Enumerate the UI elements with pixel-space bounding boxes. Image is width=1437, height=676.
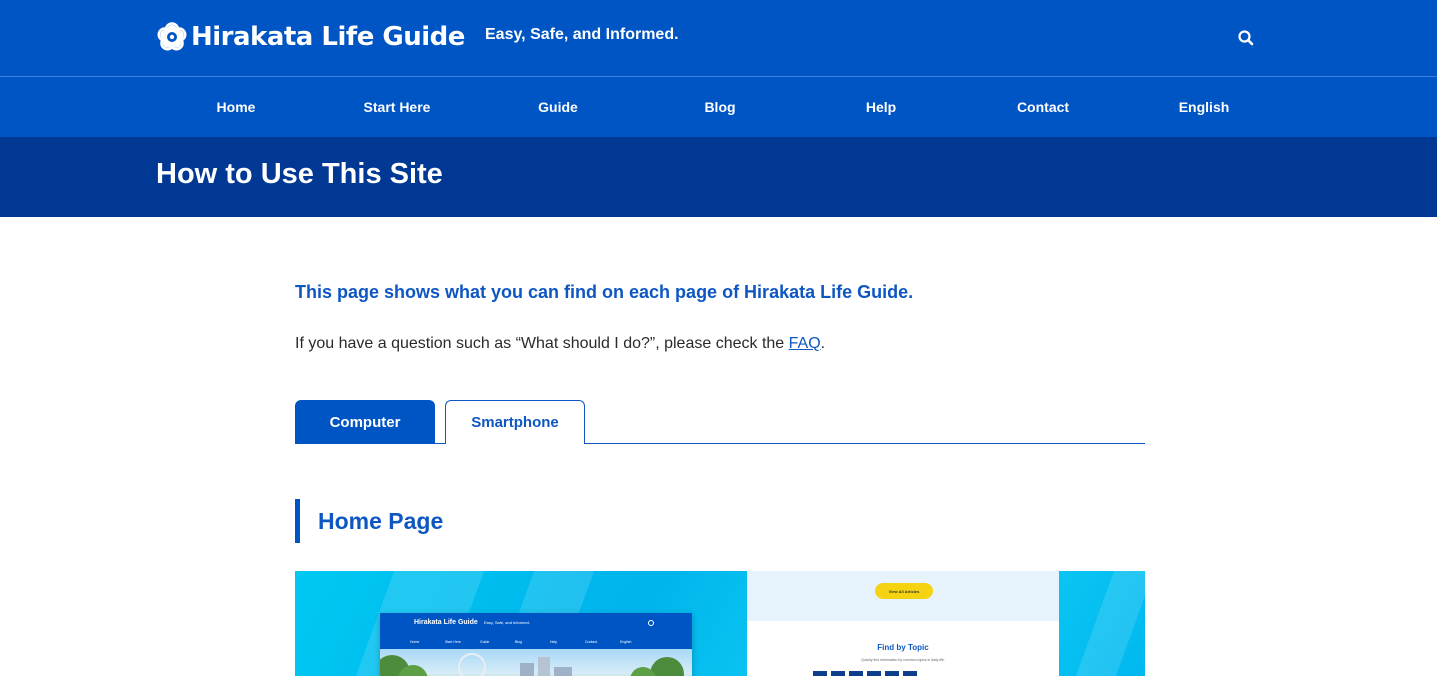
preview-search-icon bbox=[648, 620, 654, 626]
nav-item-english[interactable]: English bbox=[1124, 77, 1284, 137]
nav-item-contact[interactable]: Contact bbox=[963, 77, 1123, 137]
preview-tagline: Easy, Safe, and Informed. bbox=[484, 620, 530, 625]
logo-text: Hirakata Life Guide bbox=[191, 22, 465, 52]
faq-link[interactable]: FAQ bbox=[789, 335, 821, 352]
site-logo[interactable]: Hirakata Life Guide bbox=[156, 19, 465, 55]
preview-view-all-button: View All Articles bbox=[875, 583, 933, 599]
tab-computer[interactable]: Computer bbox=[295, 400, 435, 444]
device-tabs: Computer Smartphone bbox=[295, 400, 1145, 444]
preview-nav-item: Start Here bbox=[445, 640, 461, 644]
search-icon[interactable] bbox=[1236, 28, 1256, 48]
preview-nav-item: Home bbox=[410, 640, 420, 644]
preview-nav-item: Guide bbox=[480, 640, 490, 644]
nav-item-guide[interactable]: Guide bbox=[478, 77, 638, 137]
preview-nav-item: Contact bbox=[585, 640, 598, 644]
preview-nav-item: Blog bbox=[515, 640, 523, 644]
page-title: How to Use This Site bbox=[156, 158, 443, 190]
preview-topic-title: Find by Topic bbox=[877, 643, 929, 652]
nav-item-blog[interactable]: Blog bbox=[640, 77, 800, 137]
site-tagline: Easy, Safe, and Informed. bbox=[485, 26, 679, 43]
preview-desktop-screenshot: Hirakata Life Guide Easy, Safe, and Info… bbox=[380, 613, 692, 676]
preview-hero-image bbox=[380, 649, 692, 676]
home-page-preview-image: Hirakata Life Guide Easy, Safe, and Info… bbox=[295, 571, 1145, 676]
preview-topic-screenshot: View All Articles Find by Topic Quickly … bbox=[747, 571, 1059, 676]
intro-period: . bbox=[820, 335, 826, 352]
preview-topic-subtitle: Quickly find information by common topic… bbox=[861, 658, 945, 662]
preview-nav-item: English bbox=[620, 640, 632, 644]
intro-paragraph: If you have a question such as “What sho… bbox=[295, 335, 825, 353]
site-header: Hirakata Life Guide Easy, Safe, and Info… bbox=[0, 0, 1437, 77]
main-nav: Home Start Here Guide Blog Help Contact … bbox=[0, 77, 1437, 137]
intro-text: If you have a question such as “What sho… bbox=[295, 335, 789, 352]
nav-item-home[interactable]: Home bbox=[156, 77, 316, 137]
nav-item-start-here[interactable]: Start Here bbox=[317, 77, 477, 137]
tab-smartphone[interactable]: Smartphone bbox=[445, 400, 585, 444]
lead-text: This page shows what you can find on eac… bbox=[295, 282, 914, 302]
preview-nav: Home Start Here Guide Blog Help Contact … bbox=[380, 635, 692, 649]
preview-nav-item: Help bbox=[550, 640, 558, 644]
preview-logo: Hirakata Life Guide bbox=[414, 619, 478, 626]
nav-item-help[interactable]: Help bbox=[801, 77, 961, 137]
flower-logo-icon bbox=[157, 22, 187, 51]
section-heading: Home Page bbox=[295, 499, 443, 543]
